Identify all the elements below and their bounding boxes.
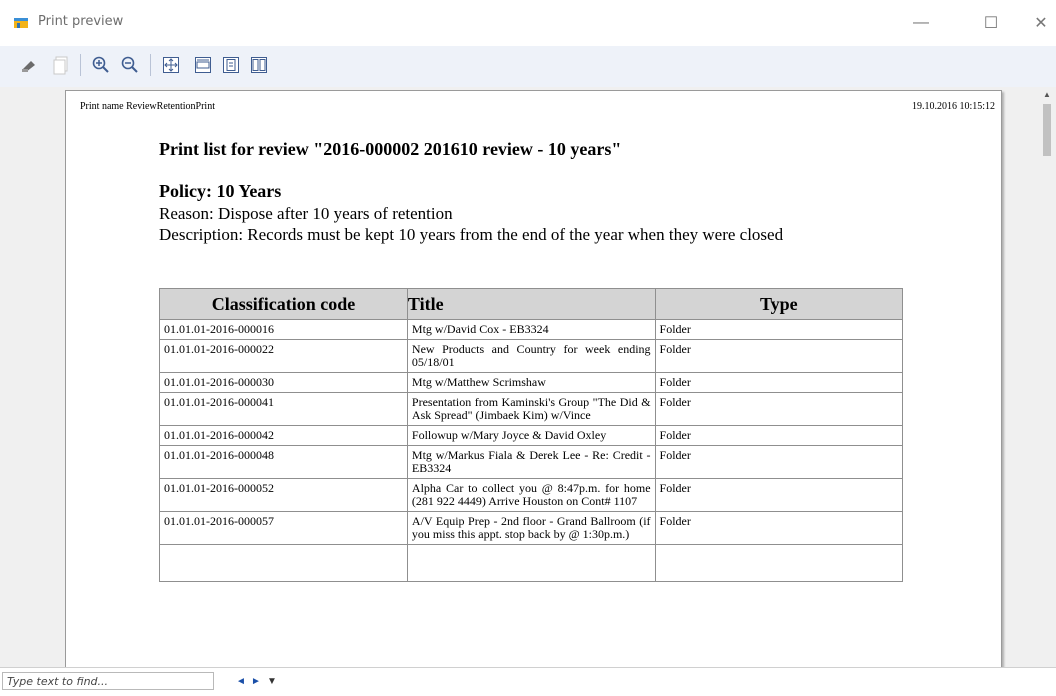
vertical-scrollbar[interactable] (1037, 87, 1056, 667)
cell-type (654, 544, 904, 582)
single-page-icon (223, 57, 239, 73)
title-bar: Print preview — ☐ ✕ (0, 0, 1056, 46)
cell-title: New Products and Country for week ending… (406, 339, 656, 373)
cell-title: Followup w/Mary Joyce & David Oxley (406, 425, 656, 446)
print-button[interactable] (16, 52, 42, 78)
cell-code (159, 544, 408, 582)
fit-page-icon (163, 57, 179, 73)
minimize-button[interactable]: — (906, 8, 936, 38)
zoom-in-button[interactable] (88, 52, 114, 78)
page-heading: Print list for review "2016-000002 20161… (159, 139, 622, 159)
print-name: Print name ReviewRetentionPrint (80, 101, 215, 112)
cell-title: Alpha Car to collect you @ 8:47p.m. for … (406, 478, 656, 512)
cell-type: Folder (654, 511, 904, 545)
find-next-icon[interactable]: ► (251, 676, 261, 687)
cell-type: Folder (654, 478, 904, 512)
toolbar-separator (80, 54, 81, 76)
cell-code: 01.01.01-2016-000041 (159, 392, 408, 426)
table-row: 01.01.01-2016-000042 Followup w/Mary Joy… (159, 425, 904, 446)
copy-button[interactable] (48, 52, 74, 78)
column-header-type: Type (654, 288, 904, 320)
cell-code: 01.01.01-2016-000048 (159, 445, 408, 479)
column-header-title: Title (406, 288, 656, 320)
two-pages-icon (251, 57, 267, 73)
cell-title: A/V Equip Prep - 2nd floor - Grand Ballr… (406, 511, 656, 545)
cell-title: Mtg w/David Cox - EB3324 (406, 319, 656, 340)
single-page-button[interactable] (218, 52, 244, 78)
toolbar (0, 46, 1056, 88)
cell-code: 01.01.01-2016-000022 (159, 339, 408, 373)
maximize-button[interactable]: ☐ (976, 8, 1006, 38)
table-row: 01.01.01-2016-000030 Mtg w/Matthew Scrim… (159, 372, 904, 393)
cell-title: Mtg w/Matthew Scrimshaw (406, 372, 656, 393)
cell-code: 01.01.01-2016-000042 (159, 425, 408, 446)
zoom-in-icon (92, 56, 109, 73)
cell-type: Folder (654, 319, 904, 340)
table-row: 01.01.01-2016-000052 Alpha Car to collec… (159, 478, 904, 512)
table-row: 01.01.01-2016-000048 Mtg w/Markus Fiala … (159, 445, 904, 479)
cell-code: 01.01.01-2016-000030 (159, 372, 408, 393)
cell-type: Folder (654, 445, 904, 479)
preview-viewport[interactable]: Print name ReviewRetentionPrint 19.10.20… (0, 87, 1056, 667)
cell-code: 01.01.01-2016-000052 (159, 478, 408, 512)
table-header-row: Classification code Title Type (159, 288, 904, 320)
cell-code: 01.01.01-2016-000057 (159, 511, 408, 545)
app-icon (13, 15, 29, 31)
cell-type: Folder (654, 425, 904, 446)
window-title: Print preview (38, 14, 124, 29)
cell-type: Folder (654, 392, 904, 426)
zoom-out-button[interactable] (117, 52, 143, 78)
table-row: 01.01.01-2016-000057 A/V Equip Prep - 2n… (159, 511, 904, 545)
toolbar-separator (150, 54, 151, 76)
fit-page-button[interactable] (158, 52, 184, 78)
close-button[interactable]: ✕ (1026, 8, 1056, 38)
zoom-out-icon (121, 56, 138, 73)
two-pages-button[interactable] (246, 52, 272, 78)
print-icon (22, 61, 35, 72)
fit-width-icon (195, 57, 211, 73)
fit-width-button[interactable] (190, 52, 216, 78)
cell-title: Mtg w/Markus Fiala & Derek Lee - Re: Cre… (406, 445, 656, 479)
find-options-icon[interactable]: ▼ (267, 676, 277, 687)
cell-title (406, 544, 656, 582)
cell-title: Presentation from Kaminski's Group "The … (406, 392, 656, 426)
table-row: 01.01.01-2016-000022 New Products and Co… (159, 339, 904, 373)
find-previous-icon[interactable]: ◄ (236, 676, 246, 687)
table-row: 01.01.01-2016-000016 Mtg w/David Cox - E… (159, 319, 904, 340)
column-header-classification: Classification code (159, 288, 408, 320)
policy-title: Policy: 10 Years (159, 181, 282, 201)
scroll-up-arrow-icon[interactable]: ▲ (1043, 90, 1051, 99)
table-row (159, 544, 904, 582)
reason-text: Reason: Dispose after 10 years of retent… (159, 204, 453, 223)
scrollbar-thumb[interactable] (1043, 104, 1051, 156)
cell-type: Folder (654, 339, 904, 373)
cell-code: 01.01.01-2016-000016 (159, 319, 408, 340)
description-text: Description: Records must be kept 10 yea… (159, 225, 784, 244)
records-table: Classification code Title Type 01.01.01-… (159, 288, 904, 582)
find-input[interactable]: Type text to find... (2, 672, 214, 690)
cell-type: Folder (654, 372, 904, 393)
preview-page: Print name ReviewRetentionPrint 19.10.20… (65, 90, 1002, 667)
print-date: 19.10.2016 10:15:12 (911, 101, 995, 112)
copy-icon (53, 56, 68, 75)
find-bar: Type text to find... ◄ ► ▼ (0, 667, 1056, 696)
table-row: 01.01.01-2016-000041 Presentation from K… (159, 392, 904, 426)
